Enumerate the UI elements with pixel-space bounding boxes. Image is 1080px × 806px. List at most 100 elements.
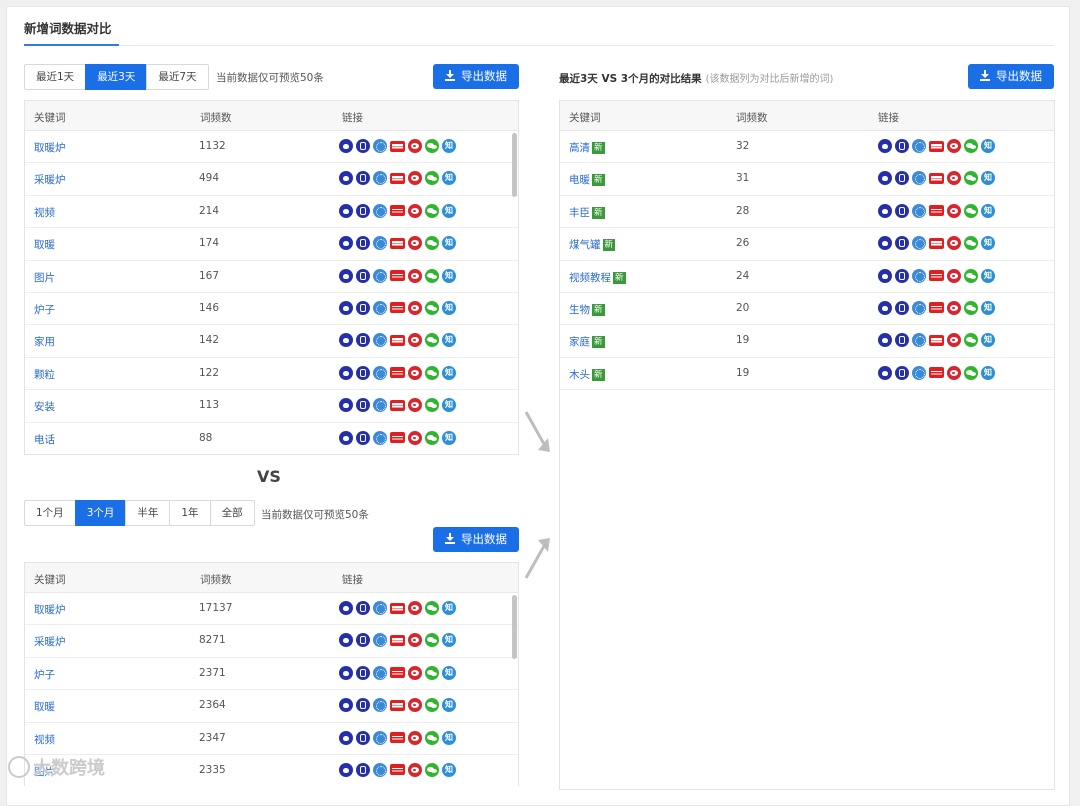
keyword-text[interactable]: 视频 [34,734,55,746]
keyword-link[interactable]: 家庭新 [569,334,605,349]
keyword-link[interactable]: 采暖炉 [34,634,66,649]
sogou-icon[interactable] [356,665,370,680]
weibo-icon[interactable] [947,300,961,315]
zhihu-icon[interactable]: 知 [442,730,456,745]
toutiao-icon[interactable] [390,205,405,217]
baidu-icon[interactable] [339,698,353,713]
zhihu-icon[interactable]: 知 [981,139,995,153]
360-search-icon[interactable] [373,171,387,186]
bottom-period-tab[interactable]: 1个月 [24,500,76,526]
keyword-text[interactable]: 炉子 [34,304,55,316]
sogou-icon[interactable] [356,398,370,413]
keyword-text[interactable]: 视频教程 [569,272,611,284]
360-search-icon[interactable] [373,633,387,648]
360-search-icon[interactable] [373,601,387,615]
wechat-icon[interactable] [964,300,978,315]
sogou-icon[interactable] [356,300,370,315]
baidu-icon[interactable] [339,236,353,251]
baidu-icon[interactable] [339,365,353,380]
zhihu-icon[interactable]: 知 [442,365,456,380]
toutiao-icon[interactable] [390,764,405,776]
weibo-icon[interactable] [408,268,422,283]
weibo-icon[interactable] [947,333,961,348]
bottom-period-tab[interactable]: 3个月 [74,500,127,526]
wechat-icon[interactable] [425,333,439,348]
toutiao-icon[interactable] [390,602,405,614]
wechat-icon[interactable] [964,171,978,186]
toutiao-icon[interactable] [929,172,944,184]
weibo-icon[interactable] [408,300,422,315]
wechat-icon[interactable] [964,333,978,348]
keyword-link[interactable]: 家用 [34,334,55,349]
baidu-icon[interactable] [878,365,892,380]
toutiao-icon[interactable] [390,302,405,314]
360-search-icon[interactable] [373,398,387,413]
toutiao-icon[interactable] [929,367,944,379]
weibo-icon[interactable] [947,171,961,186]
toutiao-icon[interactable] [390,270,405,282]
keyword-link[interactable]: 取暖炉 [34,602,66,617]
wechat-icon[interactable] [964,236,978,251]
top-period-tab[interactable]: 最近7天 [146,64,209,90]
sogou-icon[interactable] [356,601,370,615]
toutiao-icon[interactable] [929,270,944,282]
wechat-icon[interactable] [425,601,439,615]
sogou-icon[interactable] [356,203,370,218]
wechat-icon[interactable] [425,236,439,251]
sogou-icon[interactable] [356,333,370,348]
toutiao-icon[interactable] [390,732,405,744]
baidu-icon[interactable] [339,333,353,348]
keyword-link[interactable]: 取暖 [34,237,55,252]
zhihu-icon[interactable]: 知 [442,203,456,218]
wechat-icon[interactable] [964,203,978,218]
wechat-icon[interactable] [425,633,439,648]
zhihu-icon[interactable]: 知 [442,398,456,413]
baidu-icon[interactable] [339,300,353,315]
zhihu-icon[interactable]: 知 [442,236,456,251]
top-period-tab[interactable]: 最近3天 [85,64,148,90]
baidu-icon[interactable] [339,171,353,186]
360-search-icon[interactable] [373,730,387,745]
360-search-icon[interactable] [373,762,387,777]
baidu-icon[interactable] [878,333,892,348]
keyword-text[interactable]: 颗粒 [34,369,55,381]
keyword-link[interactable]: 炉子 [34,667,55,682]
zhihu-icon[interactable]: 知 [981,268,995,283]
weibo-icon[interactable] [408,762,422,777]
keyword-text[interactable]: 煤气罐 [569,239,601,251]
zhihu-icon[interactable]: 知 [442,762,456,777]
weibo-icon[interactable] [408,633,422,648]
wechat-icon[interactable] [425,203,439,218]
weibo-icon[interactable] [408,398,422,413]
zhihu-icon[interactable]: 知 [981,171,995,186]
wechat-icon[interactable] [425,171,439,186]
keyword-text[interactable]: 生物 [569,304,590,316]
zhihu-icon[interactable]: 知 [981,333,995,348]
toutiao-icon[interactable] [390,432,405,444]
360-search-icon[interactable] [912,171,926,186]
keyword-link[interactable]: 木头新 [569,367,605,382]
wechat-icon[interactable] [425,430,439,445]
keyword-text[interactable]: 丰臣 [569,207,590,219]
360-search-icon[interactable] [373,430,387,445]
wechat-icon[interactable] [425,398,439,413]
weibo-icon[interactable] [408,236,422,251]
keyword-text[interactable]: 采暖炉 [34,636,66,648]
360-search-icon[interactable] [912,139,926,153]
360-search-icon[interactable] [373,665,387,680]
keyword-link[interactable]: 图片 [34,270,55,285]
keyword-link[interactable]: 电暖新 [569,172,605,187]
sogou-icon[interactable] [356,139,370,153]
zhihu-icon[interactable]: 知 [442,333,456,348]
weibo-icon[interactable] [947,365,961,380]
baidu-icon[interactable] [339,601,353,615]
keyword-link[interactable]: 生物新 [569,302,605,317]
toutiao-icon[interactable] [390,237,405,249]
sogou-icon[interactable] [356,762,370,777]
sogou-icon[interactable] [895,365,909,380]
weibo-icon[interactable] [408,365,422,380]
toutiao-icon[interactable] [390,667,405,679]
keyword-link[interactable]: 丰臣新 [569,205,605,220]
top-period-tab[interactable]: 最近1天 [24,64,87,90]
keyword-link[interactable]: 视频教程新 [569,270,626,285]
